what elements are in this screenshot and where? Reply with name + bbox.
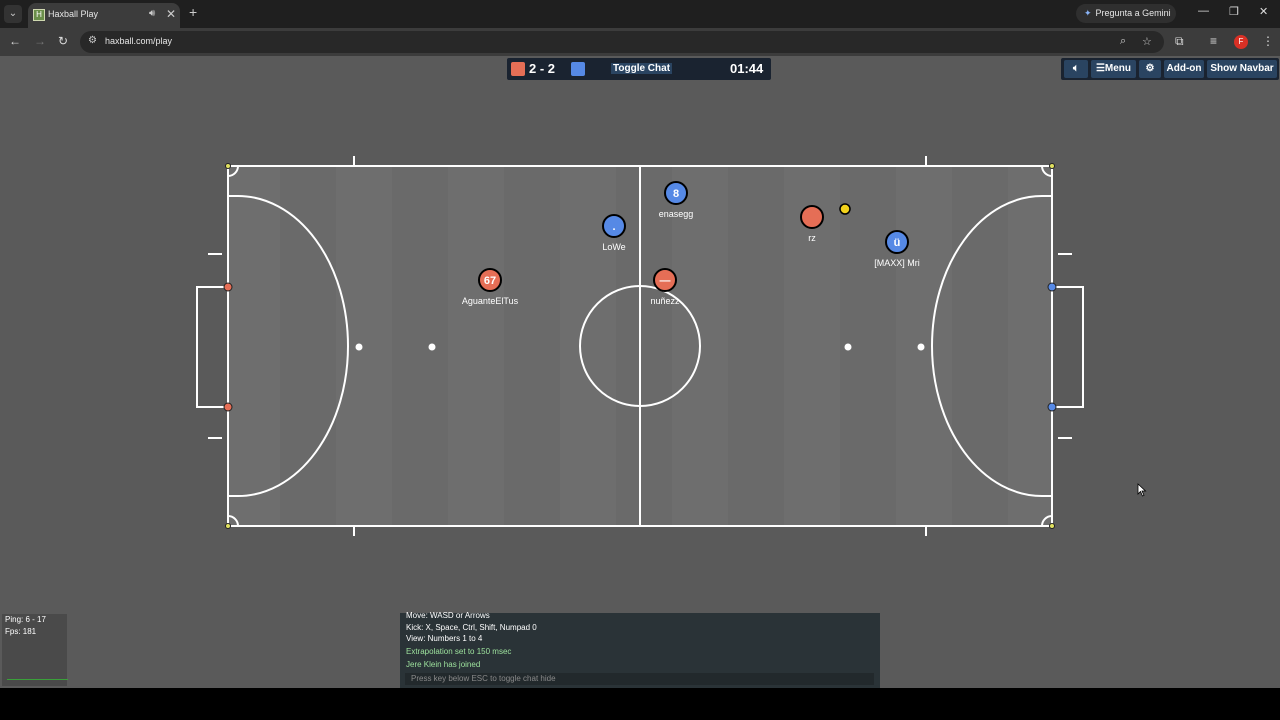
blue-team-badge <box>571 62 585 76</box>
ping-text: Ping: 6 - 17 <box>5 615 46 624</box>
zoom-icon[interactable]: ⌕ <box>1120 35 1126 48</box>
media-control-icon[interactable]: ≡ <box>1210 34 1217 48</box>
tab-search-button[interactable]: ⌄ <box>4 5 22 23</box>
reload-icon[interactable]: ↻ <box>58 34 68 48</box>
new-tab-button[interactable]: + <box>189 4 197 20</box>
chat-line: Move: WASD or Arrows <box>406 611 490 620</box>
browser-tab-bar: ⌄ H Haxball Play 🔊︎ ✕ + ✦ Pregunta a Gemi… <box>0 0 1280 28</box>
tab-title: Haxball Play <box>48 9 99 19</box>
player-avatar-text: — <box>660 275 671 287</box>
player-avatar-text: 8 <box>673 188 679 200</box>
browser-menu-icon[interactable]: ⋮ <box>1262 34 1274 48</box>
player-name: enasegg <box>659 209 694 219</box>
player-blue: . LoWe <box>602 214 626 252</box>
player-name: LoWe <box>602 242 625 252</box>
chat-box: Move: WASD or Arrows Kick: X, Space, Ctr… <box>400 611 880 688</box>
chat-line: Extrapolation set to 150 msec <box>406 647 512 656</box>
address-bar[interactable]: ⚙ haxball.com/play ⌕ ☆ <box>80 31 1164 53</box>
player-disc <box>800 205 824 229</box>
game-page: 67 AguanteElTus — nuñezz rz. LoWe 8 enasegg ü [MA… <box>0 56 1280 688</box>
window-close-icon[interactable]: ✕ <box>1259 5 1268 18</box>
chat-input[interactable]: Press key below ESC to toggle chat hide <box>405 673 874 685</box>
menu-button[interactable]: ☰Menu <box>1091 60 1136 78</box>
fps-graph <box>7 679 68 680</box>
url-text[interactable]: haxball.com/play <box>105 36 172 46</box>
show-navbar-button[interactable]: Show Navbar <box>1207 60 1277 78</box>
addon-button[interactable]: Add-on <box>1164 60 1204 78</box>
chat-line: Jere Klein has joined <box>406 660 481 669</box>
bottom-bar <box>0 688 1280 720</box>
fps-text: Fps: 181 <box>5 627 37 636</box>
site-info-icon[interactable]: ⚙ <box>88 35 97 46</box>
player-name: rz <box>808 233 816 243</box>
back-icon[interactable]: ← <box>9 34 21 48</box>
player-avatar-text: ü <box>894 237 901 249</box>
bookmark-star-icon[interactable]: ☆ <box>1142 35 1152 48</box>
tab-close-icon[interactable]: ✕ <box>166 7 176 21</box>
player-avatar-text: 67 <box>484 275 496 287</box>
player-name: AguanteElTus <box>462 296 519 306</box>
tab-audio-icon[interactable]: 🔊︎ <box>149 8 155 19</box>
profile-avatar[interactable]: F <box>1234 35 1248 49</box>
game-field: 67 AguanteElTus — nuñezz rz. LoWe 8 enasegg ü [MA… <box>196 156 1084 536</box>
browser-toolbar: ← → ↻ ⚙ haxball.com/play ⌕ ☆ ⧉ ≡ F ⋮ <box>0 28 1280 56</box>
forward-icon[interactable]: → <box>34 34 46 48</box>
chat-line: Kick: X, Space, Ctrl, Shift, Numpad 0 <box>406 623 537 632</box>
minimize-icon[interactable]: — <box>1198 5 1209 17</box>
toggle-chat-button[interactable]: Toggle Chat <box>611 63 673 74</box>
red-team-badge <box>511 62 525 76</box>
score-text: 2 - 2 <box>529 61 556 76</box>
player-avatar-text: . <box>612 221 615 233</box>
game-top-menu: 🔈︎ ☰Menu ⚙ Add-on Show Navbar <box>1061 58 1279 80</box>
gemini-button[interactable]: ✦ Pregunta a Gemini <box>1076 4 1176 23</box>
scoreboard: 2 - 2 Toggle Chat 01:44 <box>507 58 771 80</box>
match-timer: 01:44 <box>730 61 764 76</box>
chat-line: View: Numbers 1 to 4 <box>406 634 483 643</box>
tab-haxball[interactable]: H Haxball Play 🔊︎ ✕ <box>28 3 180 28</box>
gear-icon[interactable]: ⚙ <box>1139 60 1161 78</box>
gemini-label: Pregunta a Gemini <box>1095 8 1171 18</box>
gemini-icon: ✦ <box>1084 8 1092 18</box>
network-stats: Ping: 6 - 17 Fps: 181 <box>2 614 68 686</box>
speaker-icon[interactable]: 🔈︎ <box>1064 60 1088 78</box>
haxball-favicon-icon: H <box>33 9 45 21</box>
player-name: nuñezz <box>650 296 680 306</box>
ball <box>839 203 851 215</box>
player-name: [MAXX] Mri <box>874 258 920 268</box>
mouse-cursor-icon <box>1137 483 1147 497</box>
extensions-icon[interactable]: ⧉ <box>1175 34 1184 49</box>
restore-icon[interactable]: ❐ <box>1229 5 1239 18</box>
